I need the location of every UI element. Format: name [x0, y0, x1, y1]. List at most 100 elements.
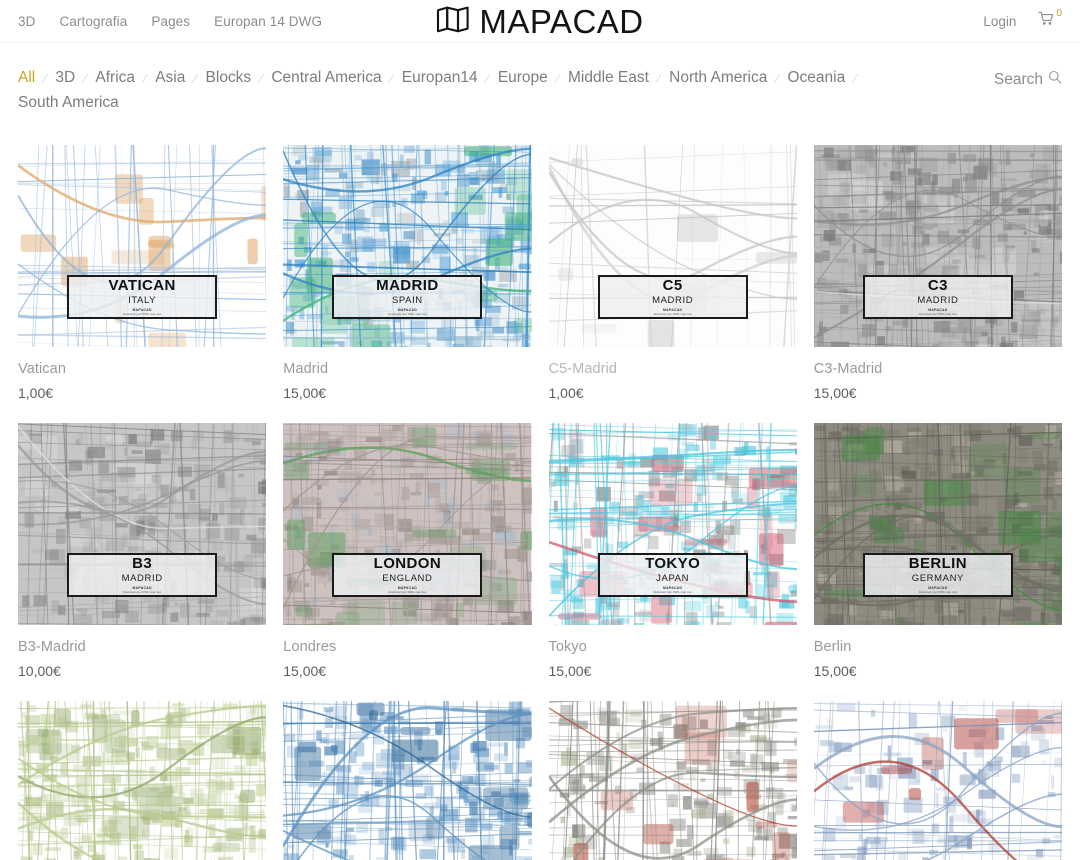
product-thumbnail[interactable]: MADRID SPAIN MAPACAD Download your DWG map …	[283, 145, 532, 347]
map-title-plate: VATICAN ITALY MAPACAD Download your DWG map…	[67, 275, 218, 319]
filter-item-central-america[interactable]: Central America	[271, 69, 381, 87]
filter-separator: ⁄	[84, 70, 87, 86]
shopping-cart-icon	[1038, 11, 1055, 31]
plate-country-label: ITALY	[128, 294, 157, 306]
plate-city-label: VATICAN	[108, 276, 176, 294]
plate-watermark-sub: Download your DWG map now	[123, 312, 162, 316]
product-title: Berlin	[813, 639, 852, 655]
filter-item-all[interactable]: All	[18, 69, 35, 87]
plate-watermark-sub: Download your DWG map now	[918, 312, 957, 316]
plate-watermark-sub: Download your DWG map now	[388, 590, 427, 594]
filter-separator: ⁄	[144, 70, 147, 86]
product-thumbnail[interactable]: C5 MADRID MAPACAD Download your DWG map now	[548, 145, 797, 347]
filter-item-middle-east[interactable]: Middle East	[568, 69, 649, 87]
product-thumbnail[interactable]	[548, 701, 797, 860]
product-thumbnail[interactable]: C3 MADRID MAPACAD Download your DWG map now	[813, 145, 1062, 347]
product-title: Londres	[283, 639, 337, 655]
cart-button[interactable]: 0	[1038, 8, 1062, 31]
map-preview-image	[283, 701, 532, 860]
product-card[interactable]	[18, 701, 267, 860]
filter-item-asia[interactable]: Asia	[155, 69, 185, 87]
plate-country-label: GERMANY	[911, 572, 964, 584]
product-thumbnail[interactable]: TOKYO JAPAN MAPACAD Download your DWG map n…	[548, 423, 797, 625]
product-price: 1,00€	[548, 385, 584, 401]
product-title: C5-Madrid	[548, 361, 618, 377]
nav-item-europan-14-dwg[interactable]: Europan 14 DWG	[214, 14, 322, 29]
plate-city-label: LONDON	[373, 554, 442, 572]
filter-separator: ⁄	[486, 70, 489, 86]
plate-country-label: MADRID	[652, 294, 694, 306]
plate-city-label: C3	[927, 276, 948, 294]
product-card[interactable]: TOKYO JAPAN MAPACAD Download your DWG map n…	[548, 423, 797, 679]
product-title: Madrid	[283, 361, 329, 377]
product-card[interactable]: MADRID SPAIN MAPACAD Download your DWG map …	[283, 145, 532, 401]
product-thumbnail[interactable]: LONDON ENGLAND MAPACAD Download your DWG ma…	[283, 423, 532, 625]
filter-item-europan14[interactable]: Europan14	[402, 69, 478, 87]
category-filter-bar: All ⁄ 3D ⁄ Africa ⁄ Asia ⁄ Blocks ⁄ Central Americ…	[0, 43, 1080, 112]
category-filter-list: All ⁄ 3D ⁄ Africa ⁄ Asia ⁄ Blocks ⁄ Central Americ…	[18, 69, 948, 112]
nav-item-pages[interactable]: Pages	[151, 14, 190, 29]
plate-city-label: B3	[132, 554, 153, 572]
product-thumbnail[interactable]	[283, 701, 532, 860]
product-grid: VATICAN ITALY MAPACAD Download your DWG map…	[0, 112, 1080, 860]
filter-item-africa[interactable]: Africa	[95, 69, 135, 87]
map-title-plate: MADRID SPAIN MAPACAD Download your DWG map …	[332, 275, 483, 319]
plate-city-label: C5	[662, 276, 683, 294]
plate-watermark-sub: Download your DWG map now	[123, 590, 162, 594]
plate-watermark-sub: Download your DWG map now	[653, 312, 692, 316]
product-card[interactable]: C3 MADRID MAPACAD Download your DWG map now…	[813, 145, 1062, 401]
product-card[interactable]: C5 MADRID MAPACAD Download your DWG map now…	[548, 145, 797, 401]
product-title: B3-Madrid	[18, 639, 86, 655]
product-thumbnail[interactable]: BERLIN GERMANY MAPACAD Download your DWG ma…	[813, 423, 1062, 625]
product-thumbnail[interactable]	[18, 701, 267, 860]
product-price: 15,00€	[548, 663, 592, 679]
product-price: 10,00€	[18, 663, 61, 679]
filter-item-oceania[interactable]: Oceania	[788, 69, 846, 87]
filter-separator: ⁄	[44, 70, 47, 86]
map-title-plate: LONDON ENGLAND MAPACAD Download your DWG ma…	[332, 553, 483, 597]
plate-watermark-sub: Download your DWG map now	[918, 590, 957, 594]
search-button[interactable]: Search	[994, 69, 1062, 89]
plate-country-label: MADRID	[917, 294, 959, 306]
plate-country-label: SPAIN	[391, 294, 423, 306]
filter-item-blocks[interactable]: Blocks	[206, 69, 252, 87]
map-title-plate: C5 MADRID MAPACAD Download your DWG map now	[597, 275, 748, 319]
login-link[interactable]: Login	[983, 14, 1016, 29]
product-thumbnail[interactable]: VATICAN ITALY MAPACAD Download your DWG map…	[18, 145, 267, 347]
product-title: Tokyo	[548, 639, 587, 655]
map-preview-image	[548, 701, 797, 860]
plate-city-label: TOKYO	[645, 554, 701, 572]
filter-item-south-america[interactable]: South America	[18, 94, 119, 112]
product-card[interactable]	[283, 701, 532, 860]
brand-logo[interactable]: MAPACAD	[436, 5, 643, 38]
search-icon	[1048, 70, 1062, 89]
filter-item-north-america[interactable]: North America	[669, 69, 767, 87]
cart-count-badge: 0	[1056, 8, 1062, 19]
site-header: 3D Cartografia Pages Europan 14 DWG MAPA…	[0, 0, 1080, 43]
product-card[interactable]: VATICAN ITALY MAPACAD Download your DWG map…	[18, 145, 267, 401]
product-card[interactable]	[548, 701, 797, 860]
filter-item-3d[interactable]: 3D	[55, 69, 75, 87]
plate-city-label: BERLIN	[908, 554, 967, 572]
map-preview-image	[813, 701, 1062, 860]
product-card[interactable]: LONDON ENGLAND MAPACAD Download your DWG ma…	[283, 423, 532, 679]
map-title-plate: B3 MADRID MAPACAD Download your DWG map now	[67, 553, 218, 597]
plate-country-label: MADRID	[121, 572, 163, 584]
product-card[interactable]: B3 MADRID MAPACAD Download your DWG map now…	[18, 423, 267, 679]
product-card[interactable]: BERLIN GERMANY MAPACAD Download your DWG ma…	[813, 423, 1062, 679]
brand-text: MAPACAD	[479, 3, 644, 40]
product-thumbnail[interactable]: B3 MADRID MAPACAD Download your DWG map now	[18, 423, 267, 625]
product-card[interactable]	[813, 701, 1062, 860]
product-price: 1,00€	[18, 385, 54, 401]
product-price: 15,00€	[283, 385, 327, 401]
filter-item-europe[interactable]: Europe	[498, 69, 548, 87]
plate-city-label: MADRID	[376, 276, 439, 294]
plate-country-label: ENGLAND	[382, 572, 433, 584]
map-fold-icon	[436, 6, 470, 38]
product-title: Vatican	[18, 361, 66, 377]
map-title-plate: C3 MADRID MAPACAD Download your DWG map now	[862, 275, 1013, 319]
nav-item-cartografia[interactable]: Cartografia	[59, 14, 127, 29]
filter-separator: ⁄	[390, 70, 393, 86]
nav-item-3d[interactable]: 3D	[18, 14, 35, 29]
product-thumbnail[interactable]	[813, 701, 1062, 860]
